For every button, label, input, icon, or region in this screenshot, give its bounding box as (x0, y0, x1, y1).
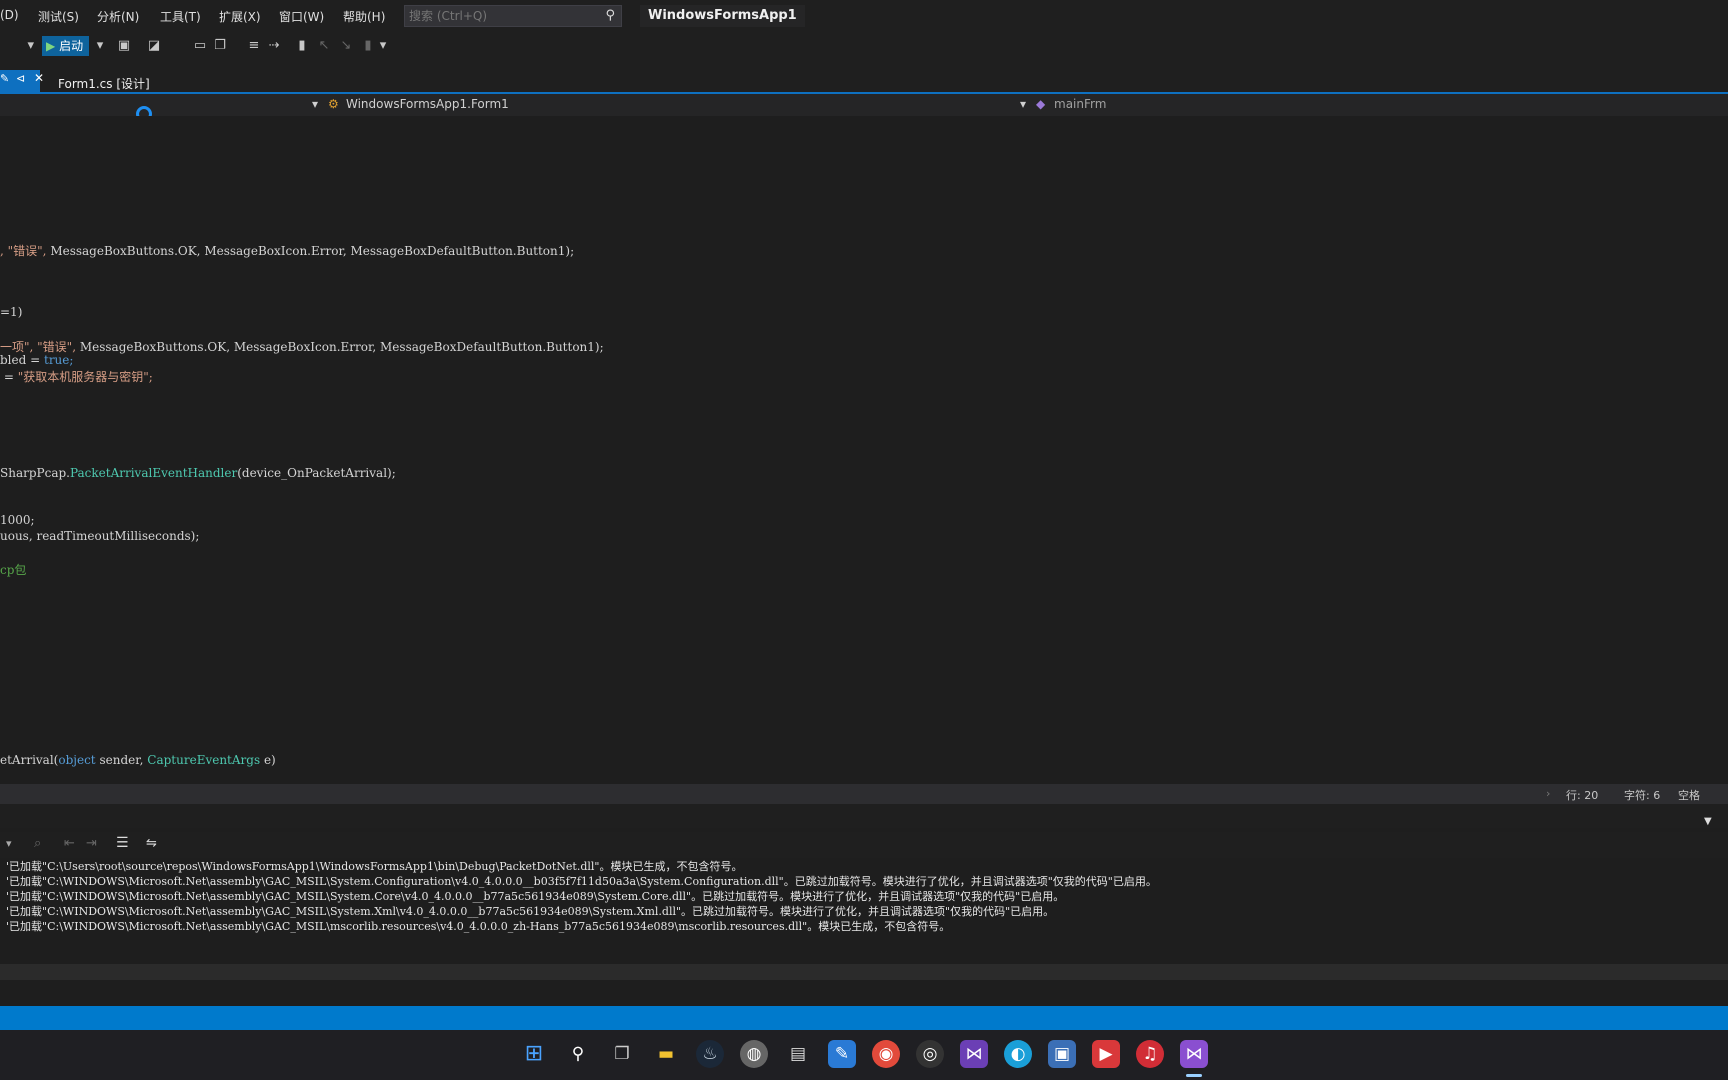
menu-analyze[interactable]: 分析(N) (97, 8, 139, 25)
close-tab-icon[interactable]: ✕ (34, 71, 44, 85)
start-debug-button[interactable]: ▶ 启动 (42, 36, 90, 56)
code-line: 1000; (0, 513, 35, 527)
active-app-indicator (1186, 1074, 1202, 1077)
disk-icon[interactable]: ◍ (740, 1040, 768, 1068)
tab-form1-design[interactable]: Form1.cs [设计] (58, 75, 150, 92)
code-line: bled = true; (0, 353, 74, 367)
windows-start-icon[interactable]: ⊞ (520, 1040, 548, 1068)
find-message-icon[interactable]: ⌕ (34, 836, 41, 851)
scroll-right-icon[interactable]: › (1546, 787, 1550, 800)
output-panel-header: ▼ (0, 804, 1728, 828)
output-line: '已加载"C:\WINDOWS\Microsoft.Net\assembly\G… (6, 890, 1065, 903)
steam-icon[interactable]: ♨ (696, 1040, 724, 1068)
menu-window[interactable]: 窗口(W) (279, 8, 324, 25)
code-line: cp包 (0, 563, 27, 577)
project-dropdown-icon[interactable]: ▾ (312, 97, 318, 111)
attach-icon[interactable]: ▣ (116, 38, 132, 54)
code-line: SharpPcap.PacketArrivalEventHandler(devi… (0, 466, 396, 480)
panel-dropdown-icon[interactable]: ▼ (1704, 816, 1712, 827)
menu-bar: (D) 测试(S) 分析(N) 工具(T) 扩展(X) 窗口(W) 帮助(H) … (0, 0, 1728, 32)
output-line: '已加载"C:\Users\root\source\repos\WindowsF… (6, 860, 743, 873)
copy-icon[interactable]: ❐ (212, 38, 228, 54)
member-icon: ◆ (1036, 97, 1046, 111)
menu-tools[interactable]: 工具(T) (160, 8, 201, 25)
start-dropdown-icon[interactable]: ▾ (96, 38, 104, 54)
search-box[interactable]: ⚲ (404, 5, 622, 27)
folder-icon[interactable]: ▭ (192, 38, 208, 54)
config-dropdown[interactable]: ▾ (4, 38, 34, 54)
document-tab-well (0, 62, 1728, 94)
uncomment-icon[interactable]: ⇢ (266, 38, 282, 54)
navigation-bar: ▾ ⚙ WindowsFormsApp1.Form1 ▾ ◆ mainFrm (0, 94, 1728, 117)
output-toolbar: ▾ ⌕ ⇤ ⇥ ☰ ⇋ (0, 832, 1728, 858)
recorder-icon[interactable]: ▶ (1092, 1040, 1120, 1068)
file-explorer-icon[interactable]: ▬ (652, 1040, 680, 1068)
line-indicator: 行: 20 (1566, 789, 1599, 802)
char-indicator: 字符: 6 (1624, 789, 1661, 802)
output-line: '已加载"C:\WINDOWS\Microsoft.Net\assembly\G… (6, 875, 1157, 888)
toolbar-overflow-icon[interactable]: ▾ (378, 38, 388, 54)
code-editor[interactable]: , "错误", MessageBoxButtons.OK, MessageBox… (0, 116, 1728, 784)
class-dropdown-icon[interactable]: ▾ (1020, 97, 1026, 111)
clear-bookmarks-icon[interactable]: ▮ (360, 38, 376, 54)
windows-taskbar (0, 1030, 1728, 1080)
member-selector[interactable]: mainFrm (1054, 97, 1106, 111)
code-line: uous, readTimeoutMilliseconds); (0, 529, 200, 543)
pin-icon[interactable]: ✎ (0, 72, 9, 85)
edge-icon[interactable]: ◐ (1004, 1040, 1032, 1068)
output-horizontal-scrollbar[interactable] (0, 964, 1728, 980)
comment-icon[interactable]: ≡ (246, 38, 262, 54)
code-line: 一项", "错误", MessageBoxButtons.OK, Message… (0, 340, 604, 354)
next-bookmark-icon[interactable]: ↘ (338, 38, 354, 54)
bookmark-icon[interactable]: ▮ (294, 38, 310, 54)
output-line: '已加载"C:\WINDOWS\Microsoft.Net\assembly\G… (6, 905, 1055, 918)
monitor-icon[interactable]: ▤ (784, 1040, 812, 1068)
obs-icon[interactable]: ◎ (916, 1040, 944, 1068)
status-bar (0, 1006, 1728, 1030)
output-source-dropdown-icon[interactable]: ▾ (6, 837, 12, 850)
code-line: =1) (0, 305, 23, 319)
clear-all-icon[interactable]: ☰ (116, 835, 129, 851)
code-line: , "错误", MessageBoxButtons.OK, MessageBox… (0, 244, 575, 258)
prev-bookmark-icon[interactable]: ↖ (316, 38, 332, 54)
visual-studio-code-icon[interactable]: ⋈ (960, 1040, 988, 1068)
search-input[interactable] (409, 8, 589, 24)
start-label: 启动 (59, 39, 84, 53)
spaces-indicator[interactable]: 空格 (1678, 787, 1700, 803)
search-icon[interactable]: ⚲ (564, 1040, 592, 1068)
menu-help[interactable]: 帮助(H) (343, 8, 385, 25)
app-title: WindowsFormsApp1 (640, 5, 805, 27)
prev-message-icon[interactable]: ⇤ (64, 836, 75, 851)
search-icon[interactable]: ⚲ (605, 8, 615, 23)
menu-extensions[interactable]: 扩展(X) (219, 8, 261, 25)
screenshot-icon[interactable]: ◪ (146, 38, 162, 54)
active-tab-strip[interactable]: ✎ ⊲ ✕ (0, 70, 44, 92)
visual-studio-icon[interactable]: ⋈ (1180, 1040, 1208, 1068)
code-line: = "获取本机服务器与密钥"; (0, 370, 153, 384)
class-selector[interactable]: WindowsFormsApp1.Form1 (346, 97, 509, 111)
menu-debug[interactable]: (D) (0, 8, 19, 22)
output-line: '已加载"C:\WINDOWS\Microsoft.Net\assembly\G… (6, 920, 951, 933)
toolbar: ▾ ▶ 启动 ▾ ▣ ◪ ▭ ❐ ≡ ⇢ ▮ ↖ ↘ ▮ ▾ (0, 32, 1728, 62)
editor-status-strip: › 行: 20 字符: 6 空格 (0, 784, 1728, 804)
play-icon: ▶ (46, 39, 56, 53)
pin-tab-icon[interactable]: ⊲ (16, 72, 25, 85)
task-view-icon[interactable]: ❐ (608, 1040, 636, 1068)
menu-test[interactable]: 测试(S) (38, 8, 79, 25)
chrome-icon[interactable]: ◉ (872, 1040, 900, 1068)
netease-music-icon[interactable]: ♫ (1136, 1040, 1164, 1068)
class-icon: ⚙ (328, 97, 339, 111)
notepad-icon[interactable]: ✎ (828, 1040, 856, 1068)
word-wrap-icon[interactable]: ⇋ (146, 836, 157, 851)
code-line: etArrival(object sender, CaptureEventArg… (0, 753, 276, 767)
remote-desktop-icon[interactable]: ▣ (1048, 1040, 1076, 1068)
output-text-area[interactable]: '已加载"C:\Users\root\source\repos\WindowsF… (0, 858, 1728, 964)
next-message-icon[interactable]: ⇥ (86, 836, 97, 851)
